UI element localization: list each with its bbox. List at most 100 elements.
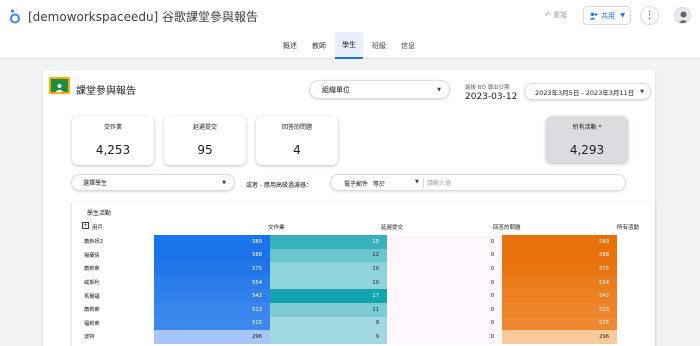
cell-questions: 0 <box>387 248 502 263</box>
cell-total: 575 <box>502 262 617 276</box>
cell-submitted: 588 <box>154 248 270 263</box>
scorecard-label: 回答的問題 <box>281 124 312 131</box>
user-avatar-icon <box>678 11 689 23</box>
cell-late: 10 <box>270 275 387 290</box>
table-row[interactable]: 蕭新萊 523 11 0 523 <box>72 303 655 317</box>
cell-submitted: 523 <box>154 303 270 317</box>
table-row[interactable]: 蕭新妍2 589 15 0 589 <box>72 235 655 249</box>
chevron-down-icon[interactable]: ▼ <box>620 12 625 19</box>
table-row[interactable]: 威斯利 554 10 0 554 <box>72 275 655 290</box>
cell-total: 589 <box>502 235 617 249</box>
reset-button[interactable]: ↶ 重設 <box>545 10 567 20</box>
chevron-down-icon: ▼ <box>640 88 644 95</box>
tab-teachers[interactable]: 教師 <box>306 32 332 59</box>
avatar[interactable] <box>674 7 691 24</box>
org-unit-dropdown[interactable]: 組織單位 ▼ <box>309 80 450 99</box>
cell-questions: 0 <box>387 316 502 331</box>
scorecard-value: 4,293 <box>569 143 605 157</box>
last-export-label: 最後 BQ 導出日期 <box>465 85 510 91</box>
reset-label: 重設 <box>553 11 568 19</box>
cell-late: 12 <box>270 248 387 263</box>
scorecard-questions: 回答的問題 4 <box>256 116 338 165</box>
cell-submitted: 575 <box>154 262 270 276</box>
advanced-filter-label: 或者 - 應用高級過濾器： <box>246 182 312 189</box>
column-header-late[interactable]: 延遲提交 <box>381 223 403 231</box>
org-unit-label: 組織單位 <box>322 85 350 94</box>
report-name[interactable]: [demoworkspaceedu] 谷歌課堂參與報告 <box>28 8 258 25</box>
filter-value-input[interactable] <box>427 177 617 189</box>
filter-field[interactable]: 電子郵件 <box>344 179 368 188</box>
last-export-date: 2023-03-12 <box>465 92 518 102</box>
chevron-down-icon: ▼ <box>437 86 441 93</box>
share-button[interactable]: 共用 ▼ <box>583 6 631 25</box>
scorecard-late: 延遲提交 95 <box>164 116 246 165</box>
table-title: 學生活動 <box>87 210 112 217</box>
cell-late: 9 <box>270 316 387 331</box>
cell-submitted: 554 <box>154 275 270 290</box>
table-row[interactable]: 福新萊 515 9 0 515 <box>72 316 655 331</box>
cell-user: 蕭新妍2 <box>84 239 103 246</box>
expand-plus-icon[interactable]: + <box>82 222 89 229</box>
cell-user: 蕭新萊 <box>84 266 100 273</box>
tab-info[interactable]: 信息 <box>395 32 421 59</box>
student-activity-table: 學生活動 + 用戶 交作業 延遲提交 回答的問題 所有活動 蕭新妍2 589 15 0… <box>72 201 655 346</box>
chevron-down-icon[interactable]: ▼ <box>415 179 419 185</box>
more-options-icon[interactable]: ⋮ <box>640 6 659 25</box>
report-canvas: 課堂參與報告 組織單位 ▼ 最後 BQ 導出日期 2023-03-12 2023… <box>43 70 655 346</box>
cell-late: 10 <box>270 262 387 276</box>
cell-late: 15 <box>270 235 387 249</box>
student-select-dropdown[interactable]: 選擇學生 ▼ <box>71 174 235 191</box>
cell-questions: 0 <box>387 303 502 317</box>
looker-studio-logo-icon <box>10 9 20 24</box>
cell-submitted: 542 <box>154 289 270 303</box>
date-range-picker[interactable]: 2023年3月5日 - 2023年3月11日 ▼ <box>524 83 651 100</box>
chevron-down-icon: ▼ <box>222 179 226 186</box>
filter-operator[interactable]: 等於 <box>373 179 385 188</box>
cell-late: 17 <box>270 289 387 303</box>
divider <box>423 178 424 188</box>
cell-questions: 0 <box>387 275 502 290</box>
page-tabs: 概述 教師 學生 班級 信息 <box>0 32 700 59</box>
tab-students[interactable]: 學生 <box>335 32 363 59</box>
table-row[interactable]: 楊蘭倩 588 12 0 588 <box>72 248 655 263</box>
cell-late: 11 <box>270 303 387 317</box>
cell-total: 542 <box>502 289 617 303</box>
table-row[interactable]: 蕭新萊 575 10 0 575 <box>72 262 655 276</box>
cell-user: 馬爾福 <box>84 293 100 300</box>
cell-total: 554 <box>502 275 617 290</box>
cell-user: 蕭新萊 <box>84 307 100 314</box>
column-header-total[interactable]: 所有活動 <box>617 223 639 231</box>
table-row[interactable]: 馬爾福 542 17 0 542 <box>72 289 655 303</box>
date-range-label: 2023年3月5日 - 2023年3月11日 <box>535 88 635 97</box>
cell-user: 福新萊 <box>84 320 100 327</box>
column-header-questions[interactable]: 回答的問題 <box>493 223 521 231</box>
share-label: 共用 <box>601 11 615 20</box>
cell-total: 296 <box>502 330 617 344</box>
classroom-person-icon <box>55 84 64 92</box>
cell-questions: 0 <box>387 235 502 249</box>
cell-questions: 0 <box>387 330 502 344</box>
scorecard-value: 95 <box>197 143 213 157</box>
tab-overview[interactable]: 概述 <box>277 32 303 59</box>
table-row[interactable]: 波特 296 9 0 296 <box>72 330 655 344</box>
tab-classes[interactable]: 班級 <box>366 32 392 59</box>
cell-user: 楊蘭倩 <box>84 252 100 259</box>
cell-total: 523 <box>502 303 617 317</box>
cell-questions: 0 <box>387 262 502 276</box>
advanced-filter: 電子郵件 等於 ▼ <box>330 174 626 191</box>
student-select-label: 選擇學生 <box>83 180 108 187</box>
scorecard-label: 交作業 <box>103 124 122 131</box>
column-header-user[interactable]: 用戶 <box>92 223 103 231</box>
scorecard-label: 延遲提交 <box>192 124 217 131</box>
scorecard-label: 所有活動 * <box>572 124 602 131</box>
page-title: 課堂參與報告 <box>76 86 136 97</box>
cell-user: 威斯利 <box>84 280 100 287</box>
scorecard-value: 4 <box>293 143 301 157</box>
cell-total: 588 <box>502 248 617 263</box>
google-classroom-icon <box>49 77 70 94</box>
column-header-submitted[interactable]: 交作業 <box>268 223 285 231</box>
cell-total: 515 <box>502 316 617 331</box>
add-person-icon <box>589 12 598 19</box>
scorecard-submitted: 交作業 4,253 <box>72 116 154 165</box>
cell-submitted: 589 <box>154 235 270 249</box>
